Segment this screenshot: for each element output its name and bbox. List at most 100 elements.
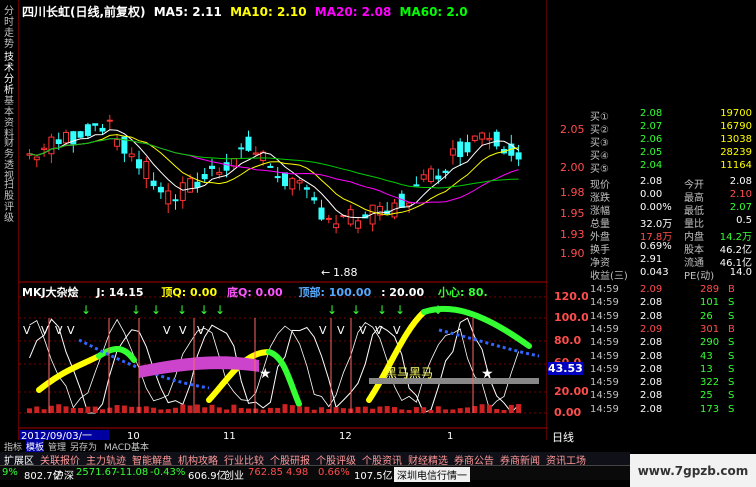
candle-body [238, 147, 245, 150]
candle-body [92, 123, 99, 126]
candle-body [303, 187, 310, 190]
histogram-bar [209, 404, 215, 413]
tick-time: 14:59 [590, 323, 619, 335]
quote-panel: 买① 2.08 19700 买② 2.07 16790 买③ 2.06 13038 买④ 2.05 2… [588, 108, 756, 448]
tab-fundamentals[interactable]: 基本资料 [2, 96, 16, 140]
tick-side: B [728, 323, 735, 335]
tick-side: S [728, 377, 735, 389]
svg-text:↓: ↓ [199, 303, 209, 317]
tick-side: S [728, 350, 735, 362]
stat-row: 净资 2.91 流通 46.1亿 [588, 254, 756, 269]
histogram-bar [384, 406, 390, 413]
histogram-bar [311, 409, 317, 413]
function-tabs: 扩展区 关联报价 主力轨迹 智能解盘 机构攻略 行业比较 个股研报 个股评级 个股资讯 财经精选券… [0, 452, 630, 467]
tick-price: 2.08 [640, 350, 663, 362]
tab-timeshare[interactable]: 分时走势 [2, 6, 16, 50]
svg-text:↓: ↓ [327, 303, 337, 317]
tick-time: 14:59 [590, 363, 619, 375]
tab-technical[interactable]: 技术分析 [2, 52, 16, 96]
stat-value: 0.5 [736, 215, 752, 226]
candle-body [274, 176, 281, 179]
candle-body [333, 223, 340, 229]
histogram-bar [494, 408, 500, 413]
status-item: 4.98 [286, 467, 309, 478]
svg-text:V: V [359, 324, 367, 337]
candle-body [471, 135, 478, 141]
period-label[interactable]: 日线 [552, 429, 574, 445]
histogram-bar [421, 407, 427, 413]
histogram-bar [406, 409, 412, 413]
ind-tick: 20.00 [554, 385, 589, 398]
candle-body [479, 132, 486, 140]
candle-body [457, 141, 464, 158]
tick-volume: 101 [700, 297, 720, 309]
histogram-bar [85, 406, 91, 413]
candle-body [449, 148, 456, 156]
buy-volume: 16790 [720, 121, 752, 132]
stat-row: 换手 0.69% 股本 46.2亿 [588, 241, 756, 256]
stat-row: 总量 32.0万 量比 0.5 [588, 215, 756, 230]
tick-price: 2.08 [640, 297, 663, 309]
tick-volume: 289 [700, 284, 720, 295]
twenty-value: : 20.00 [381, 286, 425, 299]
buy-label: 买⑤ [590, 164, 609, 175]
buy-row: 买① 2.08 19700 [588, 108, 756, 123]
status-item: -0.43% [150, 467, 186, 478]
j-value: J: 14.15 [96, 286, 144, 299]
buy-row: 买② 2.07 16790 [588, 121, 756, 136]
tick-row: 14:59 2.08 26 S [588, 311, 756, 325]
month-label: 11 [223, 431, 236, 440]
ma20-value: MA20: 2.08 [314, 5, 392, 19]
candle-body [84, 124, 91, 136]
candle-body [311, 197, 318, 201]
tick-row: 14:59 2.08 43 S [588, 351, 756, 365]
svg-text:V: V [319, 324, 327, 337]
histogram-bar [443, 409, 449, 413]
candle-body [194, 181, 201, 188]
status-bar: 9% 802.7亿 沪深 2571.67 -11.08 -0.43% 606.9亿 创业 762… [0, 465, 630, 482]
candle-body [428, 168, 434, 182]
tick-volume: 13 [700, 363, 713, 375]
stat-value: 0.00 [640, 189, 663, 200]
buy-price: 2.06 [640, 134, 663, 145]
svg-text:↓: ↓ [81, 303, 91, 317]
candle-body [435, 175, 442, 180]
svg-text:V: V [179, 324, 187, 337]
candle-body [267, 165, 274, 168]
buy-row: 买③ 2.06 13038 [588, 134, 756, 149]
histogram-bar [121, 405, 127, 413]
tab-rating[interactable]: 扫股评级 [2, 180, 16, 224]
histogram-bar [465, 407, 470, 413]
stat-value: 14.0 [729, 267, 752, 278]
chart-area[interactable]: ← 1.88 黑马黑马 ★ ★ VVVV VVV VVVVV ↓ ↓ ↓ ↓ ↓ ↓ ↓… [19, 0, 547, 440]
candle-body [106, 119, 113, 122]
candle-body [77, 131, 84, 138]
status-item: 深圳电信行情一 [394, 467, 470, 482]
ma-header: 四川长虹(日线,前复权) MA5: 2.11 MA10: 2.10 MA20: … [22, 3, 468, 20]
histogram-bar [114, 405, 120, 413]
month-label: 1 [447, 431, 453, 440]
indicator-name[interactable]: MKJ大杂烩 [22, 286, 79, 299]
histogram-bar [399, 409, 405, 413]
histogram-bar [486, 404, 492, 413]
histogram-bar [92, 406, 98, 413]
histogram-bar [377, 406, 383, 413]
histogram-bar [450, 409, 456, 413]
low-price-value: 1.88 [333, 266, 358, 279]
buy-row: 买⑤ 2.04 11164 [588, 160, 756, 175]
stat-value: 2.08 [640, 176, 663, 187]
tick-price: 2.08 [640, 390, 663, 402]
buy-volume: 11164 [720, 160, 752, 171]
histogram-bar [202, 407, 208, 413]
histogram-bar [224, 409, 230, 413]
buy-volume: 19700 [720, 108, 752, 119]
tab-finance[interactable]: 财务透视 [2, 138, 16, 182]
ind-current-value: 43.53 [548, 362, 583, 375]
histogram-bar [501, 409, 507, 413]
status-item: 沪深 [54, 471, 74, 482]
status-item: 606.9亿 [188, 471, 227, 482]
histogram-bar [63, 406, 69, 413]
tick-row: 14:59 2.08 290 S [588, 337, 756, 351]
histogram-bar [41, 409, 47, 413]
candle-body [230, 157, 237, 167]
